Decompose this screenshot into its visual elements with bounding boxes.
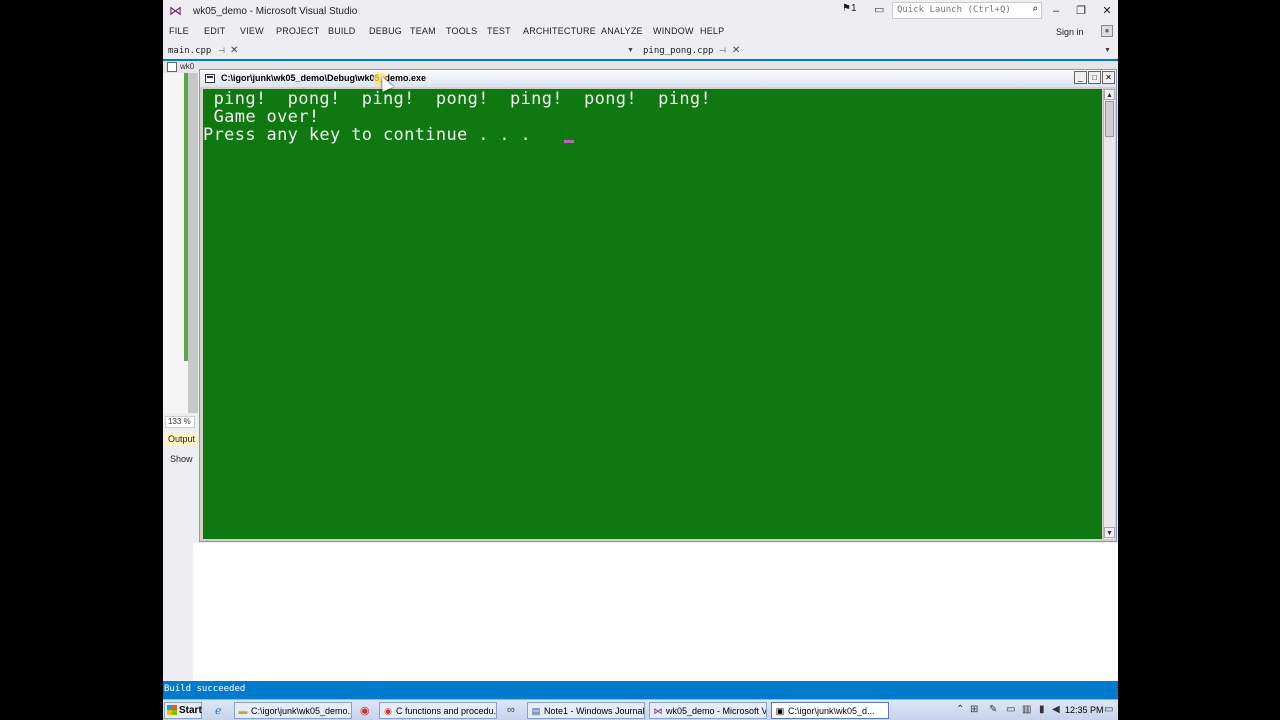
quick-launch-placeholder: Quick Launch (Ctrl+Q): [897, 5, 1011, 15]
signal-icon[interactable]: ▮: [1039, 704, 1045, 715]
zoom-level[interactable]: 133 %: [165, 416, 195, 428]
nav-project-label[interactable]: wk0: [180, 62, 194, 71]
tab-label: ping_pong.cpp: [643, 46, 714, 56]
console-line: Press any key to continue . . .: [203, 125, 542, 145]
menu-project[interactable]: PROJECT: [276, 26, 319, 36]
quick-launch-input[interactable]: Quick Launch (Ctrl+Q) ⌕: [892, 2, 1042, 19]
close-button[interactable]: ✕: [1102, 71, 1115, 84]
menu-team[interactable]: TEAM: [410, 26, 436, 36]
document-tab-bar: main.cpp ⊣ ✕ ▼ ping_pong.cpp ⊣ ✕ ▼: [163, 43, 1118, 61]
volume-icon[interactable]: ◀: [1052, 704, 1060, 715]
menu-architecture[interactable]: ARCHITECTURE: [523, 26, 596, 36]
chevron-down-icon[interactable]: ▼: [1104, 47, 1111, 54]
notification-count: 1: [850, 3, 857, 14]
close-icon[interactable]: ✕: [732, 45, 740, 56]
menu-bar: FILE EDIT VIEW PROJECT BUILD DEBUG TEAM …: [163, 22, 1118, 40]
pin-icon[interactable]: ⊣: [218, 46, 225, 55]
restore-button[interactable]: ❐: [1071, 3, 1091, 19]
menu-analyze[interactable]: ANALYZE: [601, 26, 643, 36]
menu-tools[interactable]: TOOLS: [446, 26, 477, 36]
internet-explorer-icon[interactable]: ℯ: [215, 704, 222, 717]
clock: 12:35 PM: [1065, 705, 1104, 715]
maximize-button[interactable]: □: [1088, 71, 1101, 84]
user-icon[interactable]: ●: [1101, 25, 1113, 37]
status-text: Build succeeded: [164, 684, 246, 694]
menu-file[interactable]: FILE: [169, 26, 189, 36]
chrome-icon: ◉: [384, 706, 392, 716]
taskbar-item-journal[interactable]: ▤ Note1 - Windows Journal: [527, 702, 645, 719]
output-panel-label[interactable]: Output: [165, 433, 199, 445]
close-button[interactable]: ✕: [1097, 3, 1117, 19]
scroll-thumb[interactable]: [1105, 101, 1114, 137]
visual-studio-icon: ⋈: [653, 706, 663, 716]
close-icon[interactable]: ✕: [230, 45, 238, 56]
chrome-icon[interactable]: ◉: [360, 704, 370, 717]
taskbar-item-chrome[interactable]: ◉ C functions and procedu...: [379, 702, 497, 719]
pen-icon[interactable]: ✎: [989, 704, 997, 715]
keyboard-icon[interactable]: ⊞: [970, 704, 978, 715]
menu-window[interactable]: WINDOW: [653, 26, 694, 36]
task-label: wk05_demo - Microsoft V...: [666, 706, 767, 716]
menu-edit[interactable]: EDIT: [204, 26, 225, 36]
vs-title-bar: ⋈ wk05_demo - Microsoft Visual Studio ⚑1…: [163, 0, 1118, 22]
console-scrollbar[interactable]: ▲ ▼: [1103, 89, 1115, 539]
windows-logo-icon: [167, 705, 177, 715]
taskbar: Start ℯ ▬ C:\igor\junk\wk05_demo... ◉ ◉ …: [163, 699, 1118, 720]
console-icon: ▣: [775, 706, 785, 716]
start-button[interactable]: Start: [164, 702, 202, 719]
folder-icon: ▬: [238, 706, 248, 716]
console-output[interactable]: ping! pong! ping! pong! ping! pong! ping…: [203, 89, 1102, 539]
text-cursor: [564, 140, 574, 143]
battery-icon[interactable]: ▭: [1006, 704, 1015, 715]
console-icon: [205, 74, 215, 83]
network-icon[interactable]: ▥: [1022, 704, 1031, 715]
task-label: C functions and procedu...: [396, 706, 497, 716]
menu-build[interactable]: BUILD: [328, 26, 356, 36]
console-line: Game over!: [203, 107, 320, 127]
search-icon: ⌕: [1031, 4, 1038, 15]
scroll-up-icon[interactable]: ▲: [1104, 89, 1115, 100]
menu-test[interactable]: TEST: [487, 26, 511, 36]
sign-in-link[interactable]: Sign in: [1056, 27, 1084, 37]
task-label: C:\igor\junk\wk05_demo...: [251, 706, 352, 716]
taskbar-item-visual-studio[interactable]: ⋈ wk05_demo - Microsoft V...: [649, 702, 767, 719]
menu-view[interactable]: VIEW: [240, 26, 264, 36]
window-title: wk05_demo - Microsoft Visual Studio: [193, 6, 358, 17]
menu-debug[interactable]: DEBUG: [369, 26, 402, 36]
console-window: C:\igor\junk\wk05_demo\Debug\wk05_demo.e…: [199, 69, 1117, 542]
task-label: C:\igor\junk\wk05_d...: [788, 706, 875, 716]
journal-icon: ▤: [531, 706, 541, 716]
console-title: C:\igor\junk\wk05_demo\Debug\wk05_demo.e…: [221, 73, 427, 83]
pin-icon[interactable]: ⊣: [719, 46, 726, 55]
change-tracking-bar: [184, 73, 188, 361]
feedback-icon[interactable]: ▭: [874, 3, 884, 16]
output-panel: [193, 543, 1118, 681]
notifications-flag-icon[interactable]: ⚑1: [842, 3, 857, 14]
taskbar-item-console[interactable]: ▣ C:\igor\junk\wk05_d...: [771, 702, 889, 719]
taskbar-item-explorer[interactable]: ▬ C:\igor\junk\wk05_demo...: [234, 702, 352, 719]
link-icon[interactable]: ∞: [507, 704, 515, 716]
menu-help[interactable]: HELP: [700, 26, 724, 36]
status-bar: Build succeeded: [163, 681, 1118, 699]
start-label: Start: [179, 705, 202, 716]
notification-icon[interactable]: ▭: [1104, 704, 1113, 715]
file-icon: [167, 62, 177, 72]
chevron-down-icon[interactable]: ▼: [627, 47, 634, 54]
show-output-label: Show: [170, 454, 193, 464]
minimize-button[interactable]: –: [1046, 3, 1066, 19]
task-label: Note1 - Windows Journal: [544, 706, 645, 716]
minimize-button[interactable]: _: [1074, 71, 1087, 84]
editor-scrollbar[interactable]: [188, 73, 198, 413]
scroll-down-icon[interactable]: ▼: [1104, 527, 1115, 538]
tab-label: main.cpp: [168, 46, 212, 56]
console-line: ping! pong! ping! pong! ping! pong! ping…: [203, 89, 712, 109]
tray-chevron-icon[interactable]: ⌃: [956, 704, 964, 715]
visual-studio-logo-icon: ⋈: [169, 3, 182, 18]
console-title-bar[interactable]: C:\igor\junk\wk05_demo\Debug\wk05_demo.e…: [200, 70, 1116, 87]
